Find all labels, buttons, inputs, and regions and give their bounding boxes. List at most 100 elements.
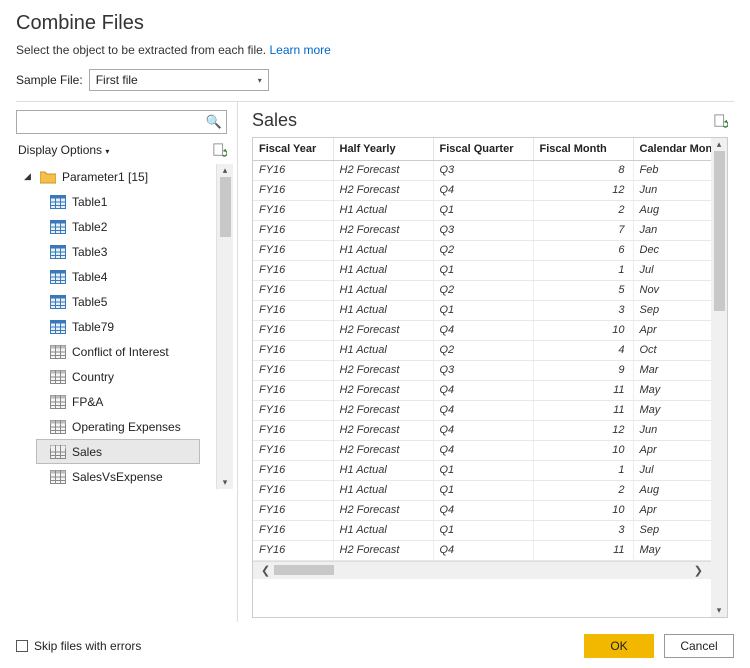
table-row[interactable]: FY16H2 ForecastQ411May [253, 380, 711, 400]
dialog-title: Combine Files [16, 12, 734, 35]
tree-scrollbar[interactable]: ▴ ▾ [216, 164, 233, 489]
column-header[interactable]: Fiscal Month [533, 138, 633, 160]
table-row[interactable]: FY16H2 ForecastQ410Apr [253, 320, 711, 340]
tree-item-label: SalesVsExpense [72, 470, 163, 484]
tree-item-label: Sales [72, 445, 102, 459]
scroll-right-icon[interactable]: ❯ [690, 564, 707, 577]
table-icon [50, 395, 66, 409]
table-cell: May [633, 400, 711, 420]
grid-vscroll[interactable]: ▴ ▾ [711, 137, 728, 618]
table-cell: 7 [533, 220, 633, 240]
table-cell: H2 Forecast [333, 400, 433, 420]
sample-file-label: Sample File: [16, 73, 83, 87]
ok-button[interactable]: OK [584, 634, 654, 658]
table-cell: 2 [533, 480, 633, 500]
table-cell: 2 [533, 200, 633, 220]
table-row[interactable]: FY16H1 ActualQ13Sep [253, 520, 711, 540]
scroll-down-icon[interactable]: ▾ [223, 478, 228, 487]
table-row[interactable]: FY16H1 ActualQ12Aug [253, 480, 711, 500]
tree-item[interactable]: Table3 [16, 239, 216, 264]
table-row[interactable]: FY16H2 ForecastQ411May [253, 400, 711, 420]
table-cell: 3 [533, 300, 633, 320]
split-pane: 🔍 Display Options ▾ ◢ [16, 101, 734, 622]
scroll-up-icon[interactable]: ▴ [717, 140, 722, 149]
table-cell: Q1 [433, 200, 533, 220]
tree-item[interactable]: Table1 [16, 189, 216, 214]
refresh-preview-icon[interactable] [714, 113, 728, 129]
table-cell: Jun [633, 420, 711, 440]
table-row[interactable]: FY16H1 ActualQ25Nov [253, 280, 711, 300]
table-row[interactable]: FY16H1 ActualQ26Dec [253, 240, 711, 260]
scroll-down-icon[interactable]: ▾ [717, 606, 722, 615]
table-cell: FY16 [253, 180, 333, 200]
tree-item[interactable]: Table4 [16, 264, 216, 289]
refresh-icon[interactable] [213, 142, 227, 158]
table-row[interactable]: FY16H2 ForecastQ411May [253, 540, 711, 560]
scroll-thumb[interactable] [220, 177, 231, 237]
column-header[interactable]: Calendar Month S [633, 138, 711, 160]
tree-item[interactable]: Table2 [16, 214, 216, 239]
table-cell: Q2 [433, 340, 533, 360]
table-cell: Mar [633, 360, 711, 380]
table-cell: 10 [533, 440, 633, 460]
table-cell: H2 Forecast [333, 420, 433, 440]
table-cell: 5 [533, 280, 633, 300]
skip-errors-checkbox[interactable]: Skip files with errors [16, 639, 141, 653]
table-row[interactable]: FY16H2 ForecastQ410Apr [253, 500, 711, 520]
search-input-wrap[interactable]: 🔍 [16, 110, 227, 134]
table-row[interactable]: FY16H1 ActualQ11Jul [253, 460, 711, 480]
table-cell: Aug [633, 480, 711, 500]
table-icon [50, 245, 66, 259]
skip-errors-label: Skip files with errors [34, 639, 141, 653]
preview-grid[interactable]: Fiscal YearHalf YearlyFiscal QuarterFisc… [252, 137, 711, 618]
table-row[interactable]: FY16H1 ActualQ11Jul [253, 260, 711, 280]
collapse-icon[interactable]: ◢ [24, 171, 34, 182]
sample-file-dropdown[interactable]: First file ▾ [89, 69, 269, 91]
table-cell: Q2 [433, 240, 533, 260]
column-header[interactable]: Fiscal Quarter [433, 138, 533, 160]
scroll-up-icon[interactable]: ▴ [223, 166, 228, 175]
tree-item[interactable]: Sales [36, 439, 200, 464]
table-cell: 11 [533, 380, 633, 400]
cancel-button[interactable]: Cancel [664, 634, 734, 658]
table-cell: H2 Forecast [333, 360, 433, 380]
table-cell: FY16 [253, 540, 333, 560]
table-cell: FY16 [253, 440, 333, 460]
grid-hscroll[interactable]: ❮ ❯ [253, 561, 711, 579]
table-row[interactable]: FY16H2 ForecastQ39Mar [253, 360, 711, 380]
hscroll-thumb[interactable] [274, 565, 334, 575]
tree-item[interactable]: FP&A [16, 389, 216, 414]
tree-item[interactable]: SalesVsExpense [16, 464, 216, 489]
table-row[interactable]: FY16H2 ForecastQ410Apr [253, 440, 711, 460]
tree-item[interactable]: Table79 [16, 314, 216, 339]
table-cell: FY16 [253, 520, 333, 540]
scroll-left-icon[interactable]: ❮ [257, 564, 274, 577]
object-tree: ◢ Parameter1 [15] Table1 Table2 [16, 164, 233, 618]
table-cell: FY16 [253, 280, 333, 300]
table-cell: Q3 [433, 220, 533, 240]
table-cell: Nov [633, 280, 711, 300]
display-options-dropdown[interactable]: Display Options ▾ [18, 143, 109, 157]
search-input[interactable] [21, 114, 206, 130]
table-row[interactable]: FY16H1 ActualQ13Sep [253, 300, 711, 320]
table-row[interactable]: FY16H2 ForecastQ37Jan [253, 220, 711, 240]
column-header[interactable]: Half Yearly [333, 138, 433, 160]
table-cell: H2 Forecast [333, 540, 433, 560]
tree-item[interactable]: Table5 [16, 289, 216, 314]
table-row[interactable]: FY16H2 ForecastQ38Feb [253, 160, 711, 180]
scroll-thumb[interactable] [714, 151, 725, 311]
table-row[interactable]: FY16H2 ForecastQ412Jun [253, 180, 711, 200]
table-cell: Q1 [433, 260, 533, 280]
table-row[interactable]: FY16H1 ActualQ12Aug [253, 200, 711, 220]
tree-root[interactable]: ◢ Parameter1 [15] [16, 164, 216, 189]
table-icon [50, 345, 66, 359]
learn-more-link[interactable]: Learn more [269, 43, 330, 57]
tree-item[interactable]: Operating Expenses [16, 414, 216, 439]
table-row[interactable]: FY16H2 ForecastQ412Jun [253, 420, 711, 440]
tree-item[interactable]: Country [16, 364, 216, 389]
table-row[interactable]: FY16H1 ActualQ24Oct [253, 340, 711, 360]
tree-item[interactable]: Conflict of Interest [16, 339, 216, 364]
column-header[interactable]: Fiscal Year [253, 138, 333, 160]
table-cell: Feb [633, 160, 711, 180]
table-cell: H2 Forecast [333, 180, 433, 200]
